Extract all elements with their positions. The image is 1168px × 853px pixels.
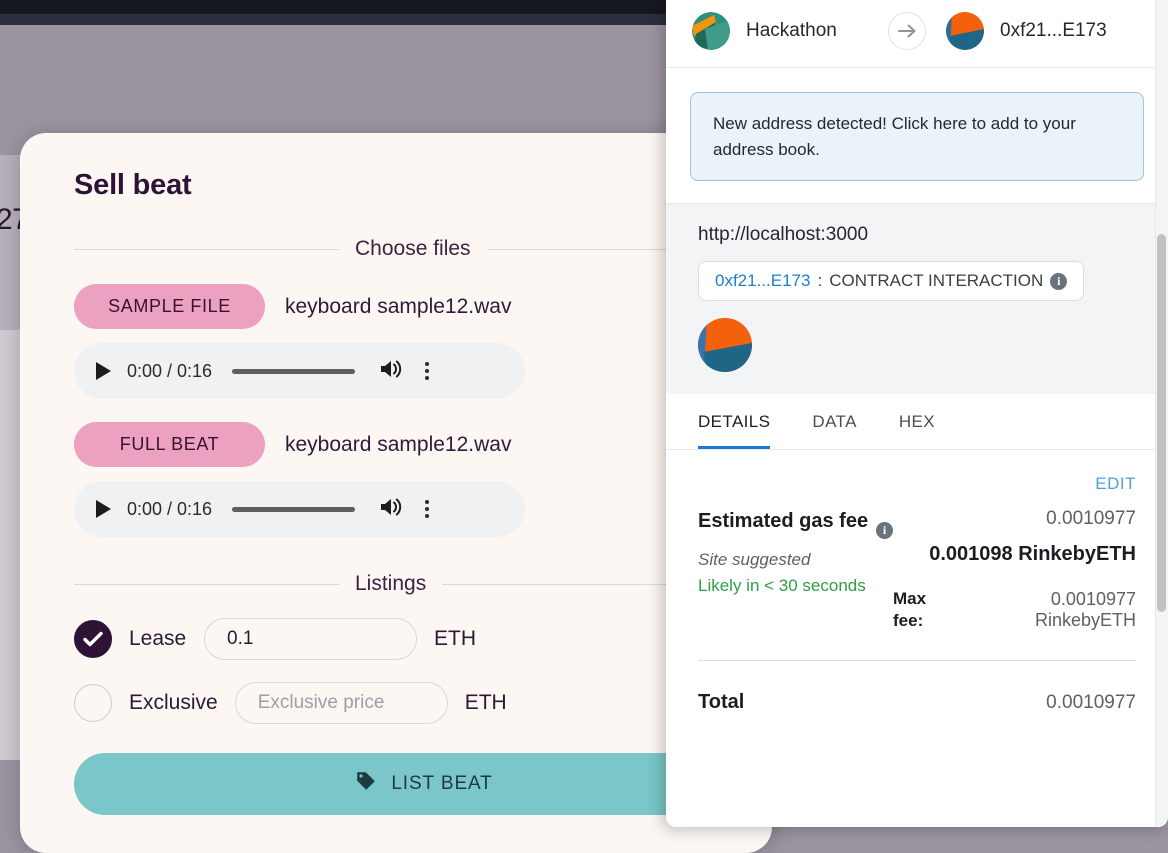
popup-scrollbar-thumb[interactable] (1157, 234, 1166, 612)
jazzicon-contract-icon (698, 318, 752, 372)
contract-address: 0xf21...E173 (715, 271, 811, 290)
divider-line-left (74, 248, 339, 250)
choose-files-divider: Choose files (74, 237, 718, 261)
list-beat-label: LIST BEAT (391, 773, 493, 794)
audio-time-sample: 0:00 / 0:16 (127, 360, 213, 381)
volume-icon[interactable] (379, 496, 403, 523)
full-beat-badge[interactable]: FULL BEAT (74, 422, 265, 467)
listing-row-lease: Lease ETH (74, 618, 718, 660)
lease-unit-label: ETH (434, 627, 476, 650)
play-icon[interactable] (96, 362, 111, 380)
listings-label: Listings (355, 572, 427, 595)
gas-fee-eth-value: 0.0010977 (1046, 508, 1136, 529)
gas-fee-amount: 0.001098 RinkebyETH (929, 543, 1136, 565)
max-fee-label: Max fee: (893, 589, 927, 631)
max-fee-value: 0.0010977 RinkebyETH (1034, 589, 1136, 631)
details-divider (698, 660, 1136, 662)
divider-line-left (74, 583, 339, 585)
tag-icon (355, 770, 377, 798)
exclusive-checkbox[interactable] (74, 684, 112, 722)
more-vertical-icon[interactable] (419, 362, 435, 380)
sell-beat-modal: Sell beat Choose files SAMPLE FILE keybo… (20, 133, 772, 853)
screen-root: 27 Sell beat Choose files SAMPLE FILE ke… (0, 0, 1168, 853)
contract-interaction-chip[interactable]: 0xf21...E173 : CONTRACT INTERACTION i (698, 261, 1085, 301)
exclusive-label: Exclusive (129, 691, 218, 714)
lease-price-input[interactable] (204, 618, 417, 660)
volume-icon[interactable] (379, 358, 403, 385)
page-title: Sell beat (74, 169, 192, 201)
file-row-fullbeat: FULL BEAT keyboard sample12.wav (74, 422, 718, 467)
metamask-header: Hackathon 0xf21...E173 (666, 0, 1168, 68)
audio-progress-slider[interactable] (232, 368, 356, 374)
account-info[interactable]: 0xf21...E173 (926, 11, 1142, 50)
tab-details[interactable]: DETAILS (698, 394, 771, 449)
network-name: Hackathon (746, 19, 837, 41)
transaction-tabs: DETAILS DATA HEX (666, 394, 1168, 450)
gas-fee-title: Estimated gas fee (698, 510, 869, 532)
audio-player-sample[interactable]: 0:00 / 0:16 (74, 343, 525, 399)
tab-data[interactable]: DATA (812, 394, 856, 449)
exclusive-unit-label: ETH (464, 691, 507, 714)
more-vertical-icon[interactable] (419, 500, 435, 518)
chip-separator: : (817, 271, 823, 290)
gas-site-suggested: Site suggested (698, 550, 811, 569)
details-panel: EDIT Estimated gas fee Site suggested Li… (666, 450, 1168, 715)
arrow-right-icon (888, 11, 926, 50)
lease-label: Lease (129, 627, 187, 650)
full-beat-file-name: keyboard sample12.wav (285, 432, 512, 456)
network-info[interactable]: Hackathon (692, 11, 888, 50)
contract-interaction-label: CONTRACT INTERACTION (829, 271, 1044, 290)
listing-row-exclusive: Exclusive ETH (74, 682, 718, 724)
jazzicon-account-icon (946, 11, 984, 50)
total-label: Total (698, 691, 745, 714)
file-row-sample: SAMPLE FILE keyboard sample12.wav (74, 284, 718, 329)
listings-divider: Listings (74, 572, 718, 596)
sample-file-name: keyboard sample12.wav (285, 294, 512, 318)
origin-block: http://localhost:3000 0xf21...E173 : CON… (666, 203, 1168, 394)
banner-container: New address detected! Click here to add … (666, 68, 1168, 203)
choose-files-label: Choose files (355, 237, 471, 260)
exclusive-price-input[interactable] (234, 682, 448, 724)
metamask-popup: Hackathon 0xf21...E173 New address detec… (666, 0, 1168, 827)
info-icon[interactable]: i (876, 522, 893, 539)
gas-fee-row: Estimated gas fee Site suggested Likely … (698, 508, 1136, 632)
max-fee-row: Max fee: 0.0010977 RinkebyETH (893, 588, 1136, 632)
total-value: 0.0010977 (1046, 692, 1136, 714)
audio-progress-slider[interactable] (232, 506, 356, 512)
gas-time-estimate: Likely in < 30 seconds (698, 576, 866, 595)
gas-info-wrap: i (876, 508, 893, 539)
gas-fee-left: Estimated gas fee Site suggested Likely … (698, 508, 876, 598)
jazzicon-network-icon (692, 11, 730, 50)
gas-fee-right: 0.0010977 0.001098 RinkebyETH Max fee: 0… (893, 508, 1136, 632)
lease-checkbox[interactable] (74, 620, 112, 658)
sample-file-badge[interactable]: SAMPLE FILE (74, 284, 265, 329)
popup-scrollbar[interactable] (1155, 0, 1168, 827)
total-row: Total 0.0010977 (698, 691, 1136, 714)
tab-hex[interactable]: HEX (899, 394, 935, 449)
account-address: 0xf21...E173 (1000, 19, 1107, 41)
new-address-banner[interactable]: New address detected! Click here to add … (690, 92, 1144, 181)
play-icon[interactable] (96, 500, 111, 518)
audio-player-fullbeat[interactable]: 0:00 / 0:16 (74, 481, 525, 537)
edit-gas-button[interactable]: EDIT (698, 464, 1136, 508)
origin-url: http://localhost:3000 (698, 224, 869, 245)
audio-time-fullbeat: 0:00 / 0:16 (127, 498, 213, 519)
info-icon[interactable]: i (1050, 272, 1068, 290)
